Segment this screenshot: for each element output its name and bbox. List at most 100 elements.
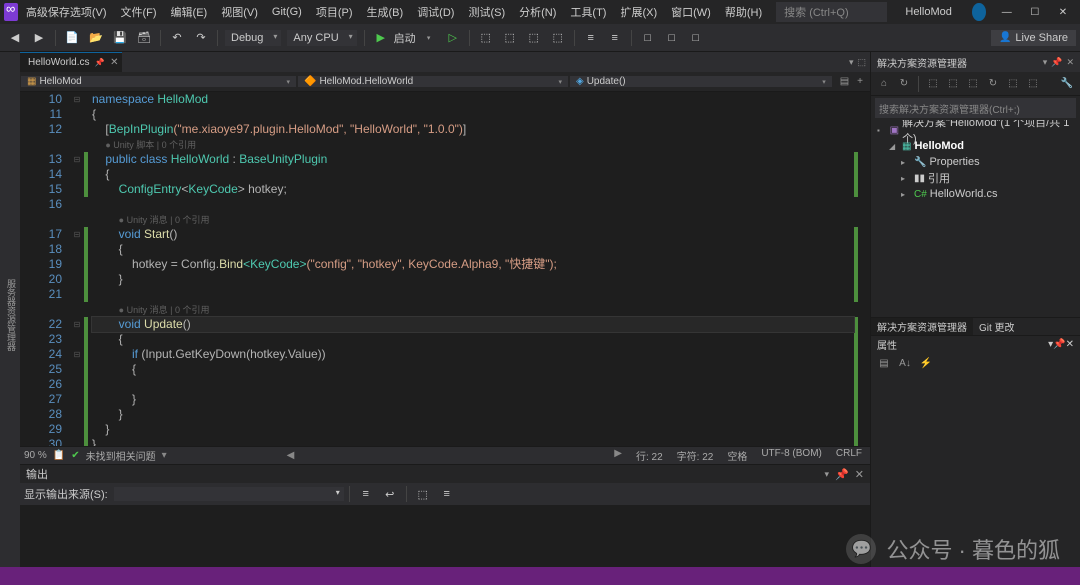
menu-view[interactable]: 视图(V) xyxy=(215,1,264,23)
tree-solution-node[interactable]: ▪▣ 解决方案"HelloMod"(1 个项目/共 1 个) xyxy=(871,122,1080,138)
window-close[interactable]: ✕ xyxy=(1050,0,1076,24)
tb-btn-1[interactable]: ⬚ xyxy=(475,27,497,49)
rp-btn-4[interactable]: ⬚ xyxy=(1004,75,1022,93)
menu-project[interactable]: 项目(P) xyxy=(310,1,359,23)
tab-fullscreen-icon[interactable]: ⬚ xyxy=(857,57,866,68)
nav-member-dropdown[interactable]: ◈ Update() xyxy=(570,76,832,87)
tb-btn-2[interactable]: ⬚ xyxy=(499,27,521,49)
menu-file[interactable]: 文件(F) xyxy=(115,1,163,23)
tab-solution-explorer[interactable]: 解决方案资源管理器 xyxy=(871,318,973,335)
panel-dropdown-icon[interactable]: ▾ xyxy=(1043,57,1048,68)
props-close-icon[interactable]: ✕ xyxy=(1066,339,1074,350)
save-all-button[interactable]: 🗃 xyxy=(133,27,155,49)
tree-file-node[interactable]: ▸C# HelloWorld.cs xyxy=(871,186,1080,202)
back-button[interactable]: ◀ xyxy=(4,27,26,49)
output-toggle-icon[interactable]: ⬚ xyxy=(412,483,434,505)
solution-search-input[interactable]: 搜索解决方案资源管理器(Ctrl+;) xyxy=(875,98,1076,118)
issues-icon[interactable]: 📋 xyxy=(53,450,65,461)
output-source-dropdown[interactable] xyxy=(114,487,344,501)
eol-label[interactable]: CRLF xyxy=(836,448,862,463)
output-pin-icon[interactable]: 📌 xyxy=(835,468,849,481)
platform-dropdown[interactable]: Any CPU xyxy=(287,30,356,46)
zoom-level[interactable]: 90 % xyxy=(24,450,47,461)
fold-gutter[interactable]: ⊟⊟⊟⊟⊟ xyxy=(70,92,84,446)
save-button[interactable]: 💾 xyxy=(109,27,131,49)
menu-save-options[interactable]: 高级保存选项(V) xyxy=(20,1,113,23)
rail-server-explorer[interactable]: 服务器资源管理器 xyxy=(3,277,20,353)
live-share-button[interactable]: Live Share xyxy=(991,30,1076,46)
code-area[interactable]: namespace HelloMod { [BepInPlugin("me.xi… xyxy=(88,92,854,446)
indent-label[interactable]: 空格 xyxy=(727,448,747,463)
redo-button[interactable]: ↷ xyxy=(190,27,212,49)
nav-class-dropdown[interactable]: 🔶 HelloMod.HelloWorld xyxy=(298,76,568,87)
nav-project-dropdown[interactable]: ▦ HelloMod xyxy=(21,76,296,87)
tree-references-node[interactable]: ▸▮▮ 引用 xyxy=(871,170,1080,186)
output-wrap-icon[interactable]: ↩ xyxy=(379,483,401,505)
vertical-scrollbar[interactable] xyxy=(858,92,870,446)
tree-properties-node[interactable]: ▸🔧 Properties xyxy=(871,154,1080,170)
window-maximize[interactable]: ☐ xyxy=(1022,0,1048,24)
tb-btn-5[interactable]: ≡ xyxy=(580,27,602,49)
scroll-right-icon[interactable]: ▶ xyxy=(614,448,622,463)
menu-test[interactable]: 测试(S) xyxy=(462,1,511,23)
props-events-icon[interactable]: ⚡ xyxy=(917,355,935,373)
start-debug-button[interactable]: ▶ xyxy=(370,27,392,49)
forward-button[interactable]: ▶ xyxy=(28,27,50,49)
search-input[interactable]: 搜索 (Ctrl+Q) xyxy=(776,2,887,22)
new-item-button[interactable]: 📄 xyxy=(61,27,83,49)
tb-btn-3[interactable]: ⬚ xyxy=(523,27,545,49)
code-editor[interactable]: 1011121314151617181920212223242526272829… xyxy=(20,92,870,446)
encoding-label[interactable]: UTF-8 (BOM) xyxy=(761,448,822,463)
split-view-icon[interactable]: ▤ xyxy=(837,76,852,87)
tab-dropdown-icon[interactable]: ▾ xyxy=(849,57,854,68)
references-icon: ▮▮ xyxy=(914,173,925,184)
menu-tools[interactable]: 工具(T) xyxy=(564,1,612,23)
horizontal-scroll-left-icon[interactable]: ◀ xyxy=(287,450,295,461)
pin-icon[interactable]: 📌 xyxy=(95,58,105,67)
menu-git[interactable]: Git(G) xyxy=(266,3,308,21)
menu-debug[interactable]: 调试(D) xyxy=(411,1,460,23)
menu-build[interactable]: 生成(B) xyxy=(361,1,410,23)
props-alpha-icon[interactable]: A↓ xyxy=(896,355,914,373)
panel-pin-icon[interactable]: 📌 xyxy=(1051,57,1062,68)
home-icon[interactable]: ⌂ xyxy=(875,75,893,93)
start-no-debug-button[interactable]: ▷ xyxy=(442,27,464,49)
props-pin-icon[interactable]: 📌 xyxy=(1053,339,1065,350)
output-list-icon[interactable]: ≡ xyxy=(436,483,458,505)
menu-analyze[interactable]: 分析(N) xyxy=(513,1,562,23)
output-close-icon[interactable]: ✕ xyxy=(855,468,864,481)
tb-btn-4[interactable]: ⬚ xyxy=(547,27,569,49)
menu-help[interactable]: 帮助(H) xyxy=(719,1,768,23)
menu-extensions[interactable]: 扩展(X) xyxy=(614,1,663,23)
output-dropdown-icon[interactable]: ▾ xyxy=(825,469,830,480)
issues-dropdown-icon[interactable]: ▾ xyxy=(162,450,167,461)
sync-icon[interactable]: ↻ xyxy=(895,75,913,93)
user-avatar[interactable] xyxy=(972,3,986,21)
panel-close-icon[interactable]: ✕ xyxy=(1066,57,1074,68)
properties-title: 属性 xyxy=(877,337,897,352)
menu-edit[interactable]: 编辑(E) xyxy=(165,1,214,23)
tb-btn-9[interactable]: □ xyxy=(685,27,707,49)
props-category-icon[interactable]: ▤ xyxy=(875,355,893,373)
tb-btn-7[interactable]: □ xyxy=(637,27,659,49)
refresh-icon[interactable]: ↻ xyxy=(984,75,1002,93)
config-dropdown[interactable]: Debug xyxy=(225,30,281,46)
undo-button[interactable]: ↶ xyxy=(166,27,188,49)
tab-git-changes[interactable]: Git 更改 xyxy=(973,318,1021,335)
rp-btn-5[interactable]: ⬚ xyxy=(1024,75,1042,93)
rp-btn-3[interactable]: ⬚ xyxy=(964,75,982,93)
output-clear-icon[interactable]: ≡ xyxy=(355,483,377,505)
add-view-icon[interactable]: + xyxy=(854,76,866,87)
close-tab-icon[interactable]: ✕ xyxy=(110,57,118,68)
window-minimize[interactable]: — xyxy=(994,0,1020,24)
start-dropdown-icon[interactable]: ▾ xyxy=(418,27,440,49)
menu-window[interactable]: 窗口(W) xyxy=(665,1,717,23)
rp-btn-2[interactable]: ⬚ xyxy=(944,75,962,93)
output-text-area[interactable] xyxy=(20,505,870,567)
file-tab-helloworld[interactable]: HelloWorld.cs 📌 ✕ xyxy=(20,52,122,72)
rp-btn-1[interactable]: ⬚ xyxy=(924,75,942,93)
open-button[interactable]: 📂 xyxy=(85,27,107,49)
wrench-icon[interactable]: 🔧 xyxy=(1058,75,1076,93)
tb-btn-8[interactable]: □ xyxy=(661,27,683,49)
tb-btn-6[interactable]: ≡ xyxy=(604,27,626,49)
